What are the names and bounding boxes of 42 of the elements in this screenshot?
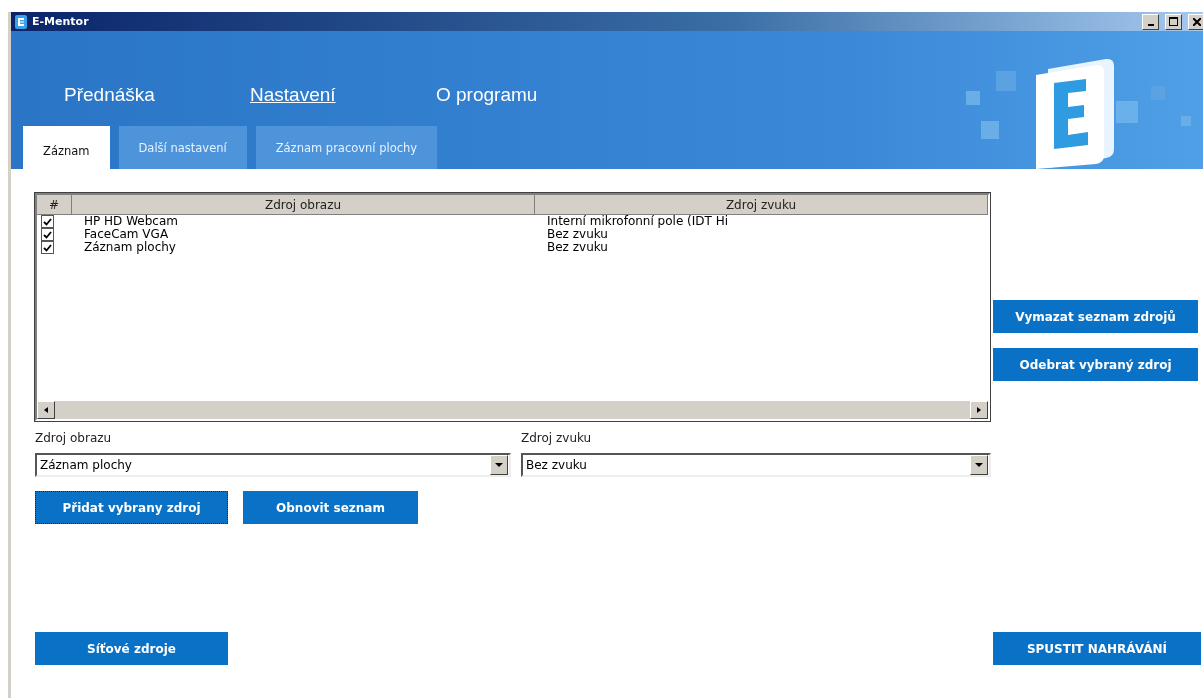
field-label: Zdroj obrazu <box>35 431 113 445</box>
checkbox[interactable] <box>41 228 54 241</box>
table-cell-text: Bez zvuku <box>546 228 609 241</box>
side-button[interactable]: Vymazat seznam zdrojů <box>993 300 1198 333</box>
dropdown-field[interactable]: Záznam plochy <box>35 453 511 477</box>
checkbox[interactable] <box>41 215 54 228</box>
table-cell-text: Interní mikrofonní pole (IDT Hi <box>546 215 730 228</box>
side-button[interactable]: Odebrat vybraný zdroj <box>993 348 1198 381</box>
right-arrow-icon <box>975 406 983 414</box>
column-header[interactable]: Zdroj obrazu <box>72 195 535 215</box>
dropdown-field[interactable]: Bez zvuku <box>521 453 991 477</box>
table-cell-text: HP HD Webcam <box>83 215 179 228</box>
nav-link[interactable]: Přednáška <box>64 84 250 106</box>
horizontal-scrollbar[interactable] <box>37 401 988 419</box>
window-title: E-Mentor <box>32 15 90 28</box>
scroll-left-button[interactable] <box>37 401 55 419</box>
scroll-right-button[interactable] <box>970 401 988 419</box>
tab[interactable]: Další nastavení <box>118 126 247 169</box>
tab[interactable]: Záznam pracovní plochy <box>255 126 438 169</box>
maximize-button[interactable] <box>1165 13 1182 30</box>
app-icon <box>15 14 27 29</box>
minimize-icon <box>1147 23 1154 26</box>
minimize-button[interactable] <box>1142 13 1159 30</box>
action-button[interactable]: Přidat vybrany zdroj <box>35 491 228 524</box>
caret-icon <box>495 461 503 469</box>
nav-link[interactable]: Nastavení <box>250 84 436 106</box>
action-button[interactable]: Obnovit seznam <box>243 491 418 524</box>
checkbox[interactable] <box>41 241 54 254</box>
caret-icon <box>975 461 983 469</box>
bottom-button[interactable]: Síťové zdroje <box>35 632 228 665</box>
field-label: Zdroj zvuku <box>521 431 593 445</box>
bottom-button[interactable]: SPUSTIT NAHRÁVÁNÍ <box>993 632 1201 665</box>
close-icon <box>1192 17 1201 26</box>
column-header[interactable]: Zdroj zvuku <box>535 195 988 215</box>
table-cell-text: FaceCam VGA <box>83 228 170 241</box>
table-cell-text: Bez zvuku <box>546 241 609 254</box>
close-button[interactable] <box>1188 13 1203 30</box>
left-arrow-icon <box>42 406 50 414</box>
maximize-icon <box>1169 17 1178 26</box>
table-cell-text: Záznam plochy <box>83 241 177 254</box>
nav-link[interactable]: O programu <box>436 84 622 106</box>
tab[interactable]: Záznam <box>23 126 110 169</box>
